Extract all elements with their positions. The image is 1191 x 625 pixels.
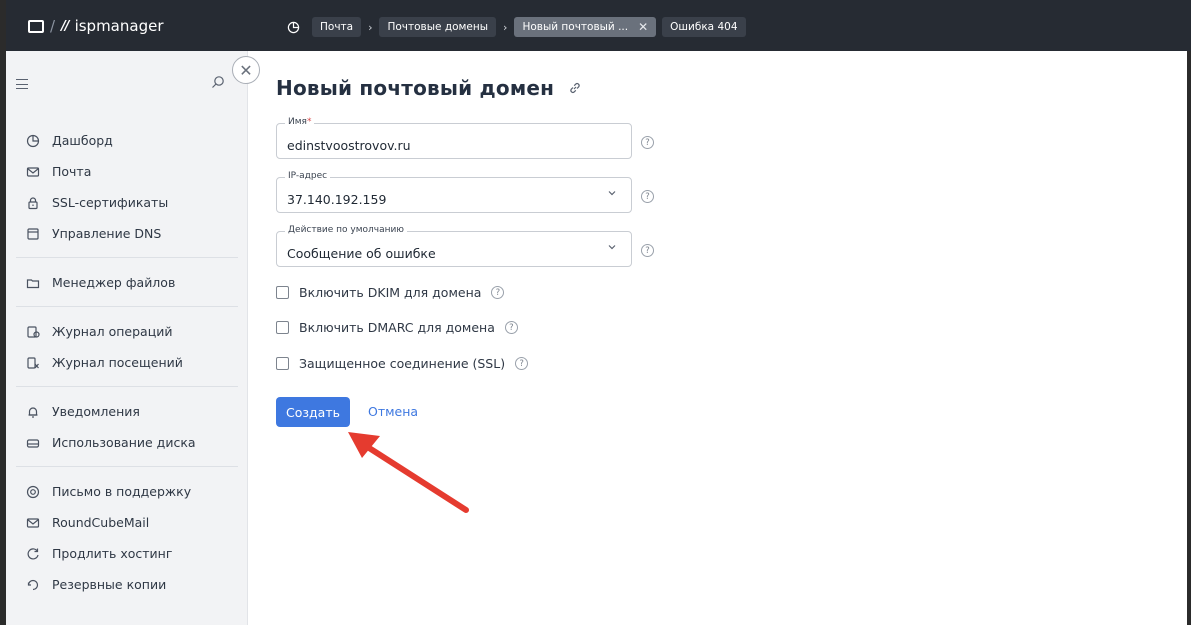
sidebar-item[interactable]: Письмо в поддержку — [6, 476, 248, 507]
chevron-right-icon: › — [368, 20, 373, 34]
annotation-arrow-icon — [348, 432, 469, 513]
sidebar-item[interactable]: Почта — [6, 156, 248, 187]
sidebar-item-label: Журнал посещений — [52, 355, 183, 370]
sidebar-item-label: RoundCubeMail — [52, 515, 150, 530]
sidebar-item[interactable]: Уведомления — [6, 396, 248, 427]
lock-icon — [28, 196, 38, 209]
sidebar-divider — [16, 386, 238, 387]
top-bar: / // ispmanager Почта › Почтовые домены … — [6, 0, 1191, 51]
ip-address-value: 37.140.192.159 — [287, 192, 387, 207]
create-button[interactable]: Создать — [276, 397, 350, 427]
menu-icon[interactable] — [16, 79, 28, 89]
sidebar-item[interactable]: Использование диска — [6, 427, 248, 458]
main-content: Новый почтовый домен Имя* edinstvoostrov… — [276, 51, 1176, 625]
refresh-icon — [27, 547, 39, 559]
sidebar-divider — [16, 257, 238, 258]
link-icon[interactable] — [568, 81, 582, 95]
chevron-down-icon — [608, 245, 616, 250]
support-icon — [26, 485, 40, 498]
help-icon[interactable]: ? — [504, 321, 518, 334]
mail-icon — [26, 517, 40, 528]
help-icon[interactable]: ? — [641, 190, 654, 203]
sidebar-item-label: Использование диска — [52, 435, 196, 450]
domain-name-field[interactable]: Имя* edinstvoostrovov.ru — [276, 117, 632, 159]
sidebar-item[interactable]: Продлить хостинг — [6, 538, 248, 569]
dmarc-checkbox-label: Включить DMARC для домена — [299, 320, 495, 335]
dmarc-checkbox[interactable] — [276, 321, 289, 334]
cancel-button[interactable]: Отмена — [368, 404, 418, 419]
sidebar-item-label: Резервные копии — [52, 577, 167, 592]
chevron-right-icon: › — [503, 20, 508, 34]
sidebar-item[interactable]: Журнал посещений — [6, 347, 248, 378]
ssl-checkbox[interactable] — [276, 357, 289, 370]
sidebar-item[interactable]: RoundCubeMail — [6, 507, 248, 538]
sidebar-item-label: Менеджер файлов — [52, 275, 176, 290]
help-icon[interactable]: ? — [641, 244, 654, 257]
window-edge-right — [1187, 30, 1191, 625]
sidebar-item-label: Управление DNS — [52, 226, 162, 241]
sidebar-item[interactable]: Резервные копии — [6, 569, 248, 600]
help-icon[interactable]: ? — [515, 357, 529, 370]
sidebar-item[interactable]: SSL-сертификаты — [6, 187, 248, 218]
sidebar-divider — [16, 306, 238, 307]
dns-icon — [27, 227, 39, 240]
sidebar-item[interactable]: Дашборд — [6, 125, 248, 156]
sidebar-item[interactable]: Менеджер файлов — [6, 267, 248, 298]
default-action-value: Сообщение об ошибке — [287, 246, 436, 261]
sidebar-item-label: Дашборд — [52, 133, 113, 148]
sidebar-item-label: Уведомления — [52, 404, 140, 419]
brand-name: ispmanager — [74, 17, 164, 35]
operations-log-icon — [27, 325, 40, 338]
default-action-select[interactable]: Действие по умолчанию Сообщение об ошибк… — [276, 225, 632, 267]
sidebar-item[interactable]: Журнал операций — [6, 316, 248, 347]
sidebar: Дашборд Почта SSL-сертификаты Управление DN… — [6, 51, 248, 625]
sidebar-item-label: SSL-сертификаты — [52, 195, 169, 210]
dmarc-checkbox-row[interactable]: Включить DMARC для домена ? — [276, 320, 518, 335]
breadcrumb-item-mail-domains[interactable]: Почтовые домены — [379, 17, 497, 37]
sidebar-item-label: Почта — [52, 164, 92, 179]
close-sidebar-icon[interactable]: ✕ — [232, 56, 260, 84]
help-icon[interactable]: ? — [491, 286, 505, 299]
ssl-checkbox-row[interactable]: Защищенное соединение (SSL) ? — [276, 356, 529, 371]
breadcrumb-item-new-mail-domain[interactable]: Новый почтовый ... ✕ — [514, 17, 657, 37]
bell-icon — [28, 406, 38, 418]
close-tab-icon[interactable]: ✕ — [638, 20, 648, 34]
search-icon[interactable] — [211, 75, 225, 89]
visits-log-icon — [27, 356, 39, 369]
breadcrumb-item-error-404[interactable]: Ошибка 404 — [662, 17, 746, 37]
dkim-checkbox-row[interactable]: Включить DKIM для домена ? — [276, 285, 505, 300]
sidebar-nav: Дашборд Почта SSL-сертификаты Управление DN… — [6, 125, 248, 600]
app-logo[interactable]: / // ispmanager — [28, 17, 164, 35]
sidebar-item-label: Продлить хостинг — [52, 546, 173, 561]
ssl-checkbox-label: Защищенное соединение (SSL) — [299, 356, 506, 371]
disk-icon — [26, 438, 40, 448]
dashboard-icon — [26, 134, 40, 147]
breadcrumb-item-mail[interactable]: Почта — [312, 17, 362, 37]
dkim-checkbox[interactable] — [276, 286, 289, 299]
domain-name-value: edinstvoostrovov.ru — [287, 138, 411, 153]
page-title: Новый почтовый домен — [276, 76, 555, 100]
breadcrumb: Почта › Почтовые домены › Новый почтовый… — [278, 17, 746, 37]
sidebar-item-label: Журнал операций — [52, 324, 173, 339]
sidebar-divider — [16, 466, 238, 467]
sidebar-item[interactable]: Управление DNS — [6, 218, 248, 249]
brand-mark: // — [61, 18, 69, 34]
sidebar-item-label: Письмо в поддержку — [52, 484, 192, 499]
backup-icon — [27, 579, 39, 590]
ip-address-select[interactable]: IP-адрес 37.140.192.159 — [276, 171, 632, 213]
help-icon[interactable]: ? — [641, 136, 654, 149]
mail-icon — [26, 166, 40, 177]
folder-icon — [28, 19, 44, 33]
chevron-down-icon — [608, 191, 616, 196]
folder-icon — [26, 278, 40, 288]
dkim-checkbox-label: Включить DKIM для домена — [299, 285, 482, 300]
dashboard-icon[interactable] — [278, 17, 308, 37]
